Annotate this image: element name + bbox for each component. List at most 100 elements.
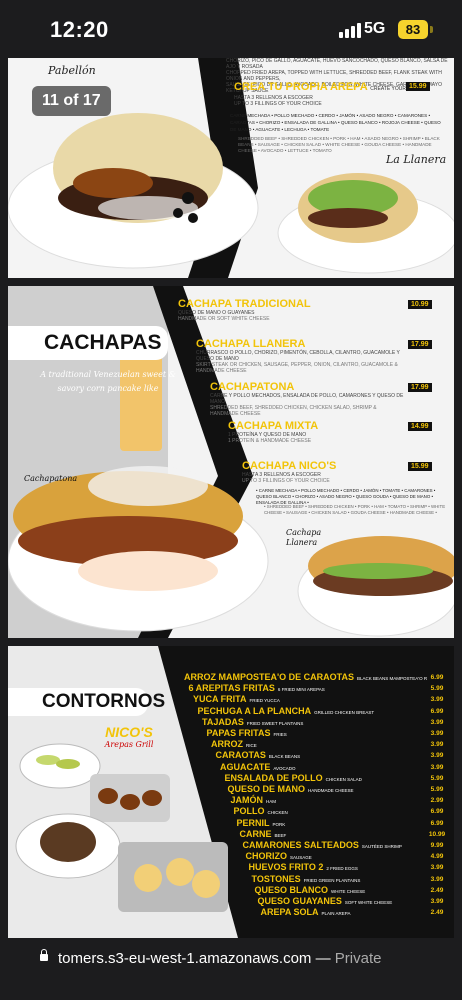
cachapa-desc-en: SKIRT STEAK OR CHICKEN, SAUSAGE, PEPPER,… [196,362,398,374]
crea-upto: UP TO 3 FILLINGS OF YOUR CHOICE [234,101,322,107]
cachapa-name: CACHAPATONA [210,381,295,393]
url-text[interactable]: tomers.s3-eu-west-1.amazonaws.com — Priv… [58,950,381,967]
contorno-item: CAMARONES SALTEADOS SAUTÉED SHRIMP [243,840,402,850]
cachapa-price: 10.99 [408,300,432,309]
cachapa-desc-en: 1 PROTEIN & HANDMADE CHEESE [228,438,312,444]
contorno-desc: PORK [272,821,286,827]
contorno-name: PERNIL [236,817,270,828]
contorno-name: QUESO GUAYANES [257,896,342,906]
browser-url-bar[interactable]: tomers.s3-eu-west-1.amazonaws.com — Priv… [0,938,462,1000]
crea-fillings-es: CARNE MECHADA • POLLO MECHADO • CERDO • … [230,113,441,132]
logo-name: NICO'S [105,724,153,740]
contorno-desc: PLAIN AREPA [321,911,351,917]
contornos-title: CONTORNOS [8,688,165,716]
contorno-item: AREPA SOLA PLAIN AREPA [261,907,351,917]
contorno-price: 9.99 [427,841,447,850]
contorno-price: 2.99 [427,796,447,806]
contorno-item: QUESO DE MANO HANDMADE CHEESE [228,784,354,794]
contorno-price: 3.99 [427,729,447,738]
contorno-price: 3.99 [427,874,447,884]
contorno-price: 3.99 [427,695,447,705]
contorno-name: ENSALADA DE POLLO [224,772,323,783]
contorno-price: 6.99 [427,818,447,828]
contorno-name: HUEVOS FRITO 2 [248,862,324,873]
contorno-item: ARROZ MAMPOSTEA'O DE CARAOTAS BLACK BEANS… [184,672,435,682]
contorno-desc: SOFT WHITE CHEESE [344,900,393,905]
crea-fillings-en: SHREDDED BEEF • SHREDDED CHICKEN • PORK … [238,136,440,153]
contorno-name: CARAOTAS [215,750,266,761]
contorno-name: CHORIZO [245,851,288,862]
label-cachapa-llanera: Cachapa Llanera [286,528,322,547]
contornos-menu-panel: CONTORNOS NICO'S Arepas Grill ARROZ MAMP… [8,646,454,938]
crea-price: 15.99 [406,82,430,91]
cachapa-name: CACHAPA NICO'S [242,460,337,472]
contorno-name: PECHUGA A LA PLANCHA [197,705,312,716]
network-type: 5G [364,20,386,37]
image-viewer[interactable]: 11 of 17 Pabellón CHORIZO, PICO DE GALLO… [0,58,462,938]
label-la-llanera: La Llanera [386,153,447,166]
contorno-item: CHORIZO SAUSAGE [246,851,312,861]
contorno-item: QUESO BLANCO WHITE CHEESE [255,885,366,895]
contorno-name: QUESO DE MANO [227,784,306,794]
contorno-item: ENSALADA DE POLLO CHICKEN SALAD [225,773,362,783]
contorno-name: ARROZ MAMPOSTEA'O DE CARAOTAS [184,672,354,682]
contorno-desc: BLACK BEANS MAMPOSTEA'O RICE [356,676,435,681]
contorno-price: 3.99 [427,863,447,873]
cachapas-title: CACHAPAS [8,326,168,360]
contorno-desc: HANDMADE CHEESE [308,788,354,793]
cachapa-item: CACHAPA MIXTA 1 PROTEÍNA Y QUESO DE MANO… [228,420,406,444]
cachapa-name: CACHAPA TRADICIONAL [178,298,311,310]
contorno-price: 3.99 [427,717,447,727]
contorno-item: CARNE BEEF [240,829,287,839]
contorno-price: 3.99 [427,751,447,761]
cachapa-fillings-en: • SHREDDED BEEF • SHREDDED CHICKEN • POR… [264,504,446,515]
cachapas-subtitle: A traditional Venezuelan sweet & savory … [40,370,176,393]
cachapa-price: 15.99 [408,462,432,471]
contorno-desc: SAUSAGE [290,855,312,861]
contorno-desc: RICE [246,743,257,749]
cachapa-price: 14.99 [408,422,432,431]
contorno-item: AGUACATE AVOCADO [220,762,296,772]
contorno-name: YUCA FRITA [193,694,247,705]
contorno-price: 3.99 [427,897,447,906]
crea-hasta-block: HASTA 3 RELLENOS A ESCOGER UP TO 3 FILLI… [234,95,444,107]
contorno-name: 6 AREPITAS FRITAS [188,683,275,694]
status-bar: 12:20 5G 83 [0,0,462,58]
contorno-price: 6.99 [427,807,447,817]
contorno-price: 4.99 [427,852,447,862]
contorno-desc: FRIED SWEET PLANTAINS [246,720,304,726]
top-desc-line1: CHORIZO, PICO DE GALLO, AGUACATE, HUEVO … [226,58,448,70]
contorno-desc: FRIED GREEN PLANTAINS [303,877,361,883]
status-time: 12:20 [50,17,109,42]
contorno-name: POLLO [233,806,265,817]
contorno-name: CARNE [239,828,272,839]
cachapa-name: CACHAPA LLANERA [196,338,306,350]
cachapas-menu-panel: CACHAPAS A traditional Venezuelan sweet … [8,286,454,638]
label-pabellon: Pabellón [48,64,96,77]
battery-icon: 83 [398,20,428,39]
contorno-price: 3.99 [427,740,447,750]
label-cachapatona: Cachapatona [24,474,78,483]
cachapa-desc-en: SHREDDED BEEF, SHREDDED CHICKEN, CHICKEN… [210,405,377,417]
logo-subtitle: Arepas Grill [104,740,154,749]
contorno-price: 3.99 [427,762,447,772]
contorno-item: CARAOTAS BLACK BEANS [216,750,301,760]
contorno-desc: GRILLED CHICKEN BREAST [314,709,375,715]
contorno-name: TAJADAS [202,716,244,727]
nicos-logo: NICO'S Arepas Grill [96,724,162,749]
contorno-desc: FRIED YUCCA [249,698,280,704]
contorno-item: YUCA FRITA FRIED YUCCA [193,694,280,704]
contorno-desc: AVOCADO [273,765,296,771]
contorno-desc: 2 FRIED EGGS [326,866,358,872]
contorno-price: 5.99 [427,785,447,794]
cachapa-desc-en: HANDMADE OR SOFT WHITE CHEESE [178,316,270,322]
contorno-price: 6.99 [427,706,447,716]
cachapa-item: CACHAPA TRADICIONAL QUESO DE MANO O GUAY… [178,298,438,322]
contorno-desc: HAM [266,799,277,805]
contorno-name: CAMARONES SALTEADOS [242,840,359,850]
contorno-name: PAPAS FRITAS [206,728,271,738]
contorno-item: ARROZ RICE [211,739,257,749]
contorno-desc: FRIES [273,732,287,737]
contorno-name: QUESO BLANCO [254,884,329,895]
battery-cap [430,26,433,33]
